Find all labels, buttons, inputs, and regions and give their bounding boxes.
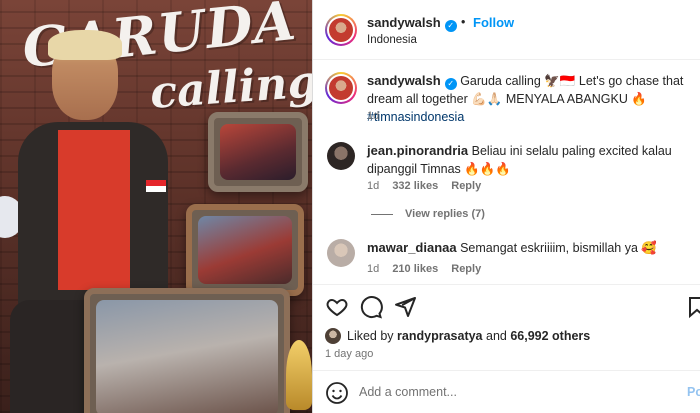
comment-icon[interactable] (359, 295, 383, 319)
comment-time[interactable]: 1d (367, 263, 379, 275)
verified-badge-icon: ✓ (444, 20, 457, 32)
comment-item: mawar_dianaa Semangat eskriiiim, bismill… (367, 239, 691, 257)
likes-others-link[interactable]: 66,992 others (510, 329, 590, 343)
trophy-image (286, 340, 312, 410)
view-replies-label: View replies (7) (405, 208, 485, 220)
comment-avatar[interactable] (327, 142, 355, 170)
post-header: sandywalsh ✓ • Follow Indonesia (313, 0, 700, 60)
retro-tv-1 (208, 112, 308, 192)
comment-item: jean.pinorandria Beliau ini selalu palin… (367, 142, 691, 178)
caption-avatar[interactable] (325, 72, 357, 104)
likes-summary: Liked by randyprasatya and 66,992 others (325, 328, 590, 344)
heart-icon[interactable] (325, 295, 349, 319)
comment-likes-count[interactable]: 332 likes (392, 180, 438, 192)
comment-meta: 1d 210 likes Reply (367, 263, 491, 275)
location-link[interactable]: Indonesia (367, 34, 417, 46)
post-comment-button[interactable]: Po (687, 385, 700, 399)
emoji-icon[interactable] (325, 381, 349, 405)
likes-conj: and (486, 329, 507, 343)
bookmark-icon[interactable] (685, 295, 700, 319)
caption-username[interactable]: sandywalsh (367, 73, 441, 88)
post-actions-bar (313, 284, 700, 328)
indonesia-flag-icon (146, 180, 166, 192)
comment-likes-count[interactable]: 210 likes (392, 263, 438, 275)
comment-time[interactable]: 1d (367, 180, 379, 192)
retro-tv-2 (186, 204, 304, 296)
separator-dot: • (461, 15, 466, 29)
comment-username[interactable]: mawar_dianaa (367, 240, 457, 255)
retro-tv-3 (84, 288, 290, 413)
replies-divider (371, 213, 393, 215)
reply-button[interactable]: Reply (451, 263, 481, 275)
verified-badge-icon: ✓ (444, 78, 457, 90)
post-date[interactable]: 1 day ago (325, 348, 373, 360)
player-hair (48, 30, 122, 60)
header-username[interactable]: sandywalsh ✓ (367, 15, 457, 32)
view-replies-button[interactable]: View replies (7) (371, 208, 485, 220)
post-view: GARUDA calling sandywalsh ✓ • Follow Ind… (0, 0, 700, 413)
comment-username[interactable]: jean.pinorandria (367, 143, 468, 158)
liker-avatar[interactable] (325, 328, 341, 344)
comment-avatar[interactable] (327, 239, 355, 267)
add-comment-bar: Po (313, 370, 700, 413)
follow-button[interactable]: Follow (473, 15, 514, 30)
post-image[interactable]: GARUDA calling (0, 0, 312, 413)
comment-meta: 1d 332 likes Reply (367, 180, 491, 192)
player-shirt (58, 130, 130, 290)
reply-button[interactable]: Reply (451, 180, 481, 192)
liker-username[interactable]: randyprasatya (397, 329, 482, 343)
hashtag-link[interactable]: #timnasindonesia (367, 110, 464, 124)
likes-prefix: Liked by (347, 329, 394, 343)
comment-input[interactable] (359, 379, 677, 405)
post-caption: sandywalsh ✓ Garuda calling 🦅🇮🇩 Let's go … (367, 72, 691, 126)
username-text[interactable]: sandywalsh (367, 15, 441, 30)
avatar[interactable] (325, 14, 357, 46)
caption-timestamp[interactable]: 1d (367, 110, 379, 122)
share-icon[interactable] (393, 295, 417, 319)
comment-text: Semangat eskriiiim, bismillah ya 🥰 (460, 241, 657, 255)
post-details-panel: sandywalsh ✓ • Follow Indonesia sandywals… (312, 0, 700, 413)
